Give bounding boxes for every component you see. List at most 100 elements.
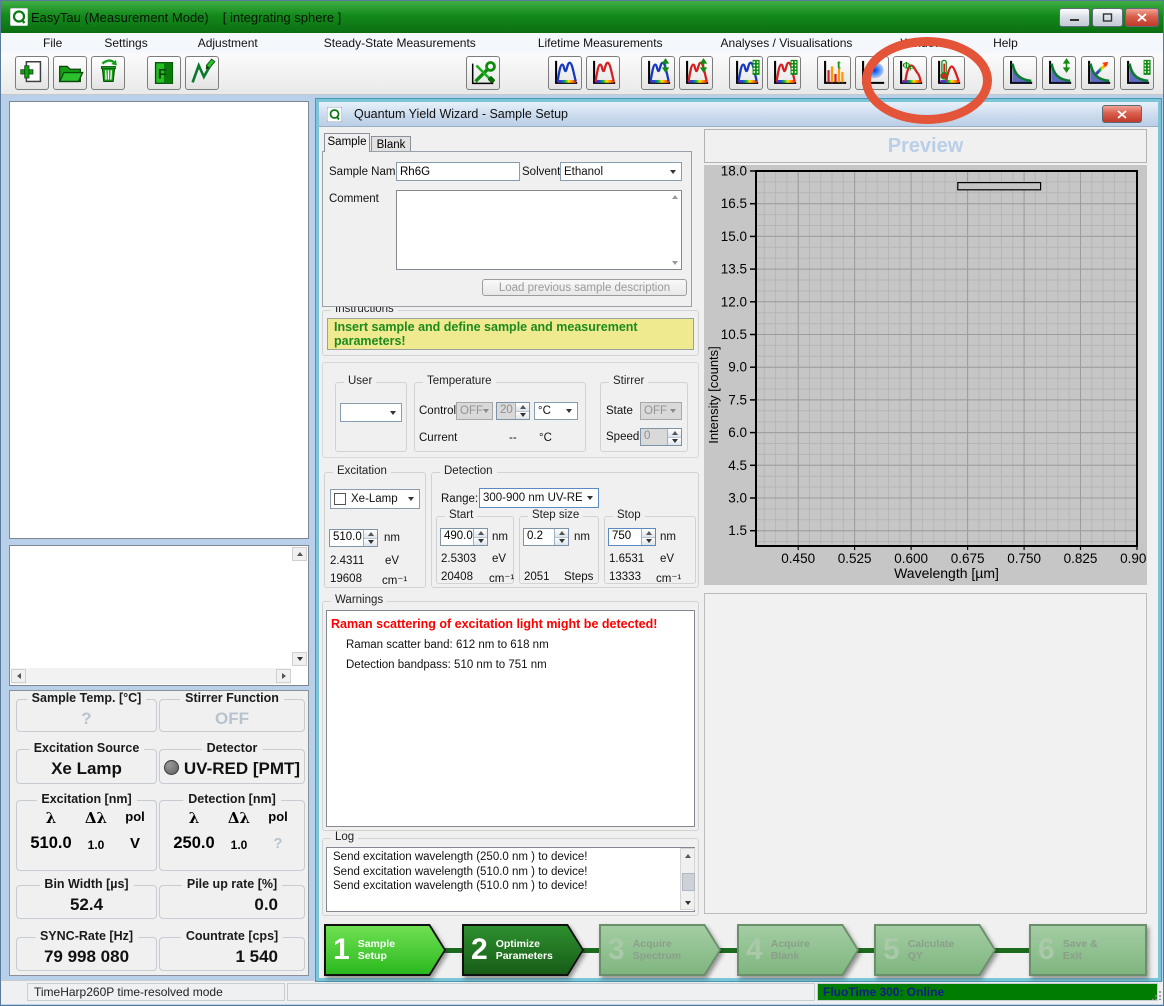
instrument-settings-icon[interactable] [466, 56, 500, 90]
stirrer-speed-stepper[interactable]: 0 [640, 428, 682, 446]
status-panel-title: Bin Width [µs] [39, 877, 133, 891]
menu-help[interactable]: Help [983, 34, 1028, 52]
shutter-icon[interactable]: F [147, 56, 181, 90]
tab-blank[interactable]: Blank [371, 136, 411, 152]
excitation-wavelength-stepper[interactable]: 510.0 [329, 529, 378, 547]
step-2-optimize[interactable]: 2OptimizeParameters [462, 924, 584, 976]
excitation-anisotropy-icon[interactable] [641, 56, 675, 90]
measurement-list-panel[interactable] [9, 101, 309, 539]
step-number: 2 [471, 929, 488, 971]
menu-steady-state-measurements[interactable]: Steady-State Measurements [314, 34, 486, 52]
status-panel-value: 79 998 080 [17, 947, 156, 967]
emission-series-icon [769, 58, 799, 88]
preview-chart-svg: 0.4500.5250.6000.6750.7500.8250.9001.53.… [704, 165, 1147, 585]
tres-icon[interactable] [1081, 56, 1115, 90]
excitation-spectrum-icon [550, 58, 580, 88]
detection-range-select[interactable]: 300-900 nm UV-RE [479, 488, 599, 508]
step-content: 3AcquireSpectrum [608, 929, 681, 971]
warning-line: Raman scatter band: 612 nm to 618 nm [346, 639, 549, 651]
scroll-left-button[interactable] [11, 669, 26, 683]
menu-adjustment[interactable]: Adjustment [188, 34, 268, 52]
svg-text:0.450: 0.450 [781, 551, 815, 566]
wizard-close-button[interactable] [1102, 105, 1142, 123]
minimize-button[interactable] [1059, 8, 1090, 27]
delete-icon[interactable] [91, 56, 125, 90]
step-5-calculate[interactable]: 5CalculateQY [874, 924, 996, 976]
menu-analyses-visualisations[interactable]: Analyses / Visualisations [711, 34, 863, 52]
log-scroll-down[interactable] [681, 896, 694, 909]
wizard-title-bar[interactable]: Quantum Yield Wizard - Sample Setup [319, 102, 1158, 127]
manual-adjustment-icon[interactable] [185, 56, 219, 90]
horizontal-scrollbar[interactable] [11, 668, 291, 684]
title-bar[interactable]: EasyTau (Measurement Mode) [ integrating… [1, 1, 1164, 33]
tab-sample[interactable]: Sample [324, 133, 370, 152]
step-6-save[interactable]: 6Save &Exit [1029, 924, 1147, 976]
emission-anisotropy-icon[interactable] [679, 56, 713, 90]
resize-grip-icon[interactable] [1152, 989, 1162, 1003]
step-number: 1 [333, 929, 350, 971]
log-scroll-up[interactable] [681, 849, 694, 862]
detection-stop-wavenumber-unit: cm⁻¹ [656, 571, 681, 585]
detection-step-stepper[interactable]: 0.2 [523, 528, 569, 546]
svg-text:15.0: 15.0 [721, 229, 747, 244]
emission-series-icon[interactable] [767, 56, 801, 90]
log-scroll-thumb[interactable] [682, 873, 695, 891]
delta-lambda-header: Δλ [218, 809, 260, 827]
decay-series-icon [1122, 58, 1152, 88]
svg-text:3.0: 3.0 [728, 491, 747, 506]
temperature-unit-select[interactable]: °C [534, 402, 578, 420]
close-button[interactable] [1125, 8, 1159, 27]
maximize-button[interactable] [1092, 8, 1123, 27]
svg-text:F: F [158, 66, 167, 82]
detection-stop-stepper[interactable]: 750 [608, 528, 656, 546]
detection-stop-ev-unit: eV [660, 553, 674, 565]
time-trace-icon[interactable]: t [817, 56, 851, 90]
svg-text:13.5: 13.5 [721, 262, 747, 277]
status-panel-value: 1 540 [160, 947, 304, 967]
decay-anisotropy-icon[interactable] [1042, 56, 1076, 90]
new-measurement-icon[interactable] [15, 56, 49, 90]
step-label: AcquireBlank [771, 929, 810, 971]
log-scrollbar[interactable] [680, 848, 695, 910]
step-content: 1SampleSetup [333, 929, 395, 971]
comment-textarea[interactable] [396, 190, 682, 270]
detection-start-wavenumber-unit: cm⁻¹ [489, 571, 514, 585]
status-panel-value: OFF [160, 709, 304, 729]
scroll-up-button[interactable] [292, 547, 307, 561]
menu-settings[interactable]: Settings [94, 34, 157, 52]
detection-start-stepper[interactable]: 490.0 [440, 528, 488, 546]
user-select[interactable] [340, 403, 402, 422]
temperature-control-select[interactable]: OFF [456, 402, 493, 420]
svg-text:0.750: 0.750 [1007, 551, 1041, 566]
step-4-acquire[interactable]: 4AcquireBlank [737, 924, 859, 976]
scroll-right-button[interactable] [276, 669, 291, 683]
emission-spectrum-icon[interactable] [586, 56, 620, 90]
window-title: EasyTau (Measurement Mode) [31, 10, 209, 25]
excitation-series-icon[interactable] [729, 56, 763, 90]
decay-series-icon[interactable] [1120, 56, 1154, 90]
load-previous-description-button[interactable]: Load previous sample description [482, 279, 687, 296]
decay-icon[interactable] [1003, 56, 1037, 90]
window-subtitle: [ integrating sphere ] [223, 10, 342, 25]
excitation-source-select[interactable]: Xe-Lamp [330, 489, 420, 509]
excitation-spectrum-icon[interactable] [548, 56, 582, 90]
solvent-select[interactable]: Ethanol [560, 162, 682, 181]
delta-lambda-value: 1.0 [218, 838, 260, 853]
menu-file[interactable]: File [33, 34, 72, 52]
status-panel-pile-up-rate: Pile up rate [%]0.0 [159, 885, 305, 919]
scroll-down-button[interactable] [292, 652, 307, 666]
temperature-setpoint-stepper[interactable]: 20 [496, 402, 530, 420]
sample-name-input[interactable] [396, 162, 520, 181]
step-3-acquire[interactable]: 3AcquireSpectrum [599, 924, 721, 976]
open-file-icon[interactable] [53, 56, 87, 90]
stirrer-state-select[interactable]: OFF [640, 402, 682, 420]
step-number: 6 [1038, 929, 1055, 971]
temperature-current-label: Current [419, 432, 457, 444]
excitation-source-checkbox[interactable] [334, 493, 346, 505]
detail-panel[interactable] [9, 545, 309, 686]
delta-lambda-value: 1.0 [75, 838, 117, 853]
step-1-sample[interactable]: 1SampleSetup [324, 924, 446, 976]
status-panel-detection-nm: Detection [nm] λ Δλ pol 250.0 1.0 ? [159, 800, 305, 871]
svg-text:t: t [837, 58, 841, 71]
menu-lifetime-measurements[interactable]: Lifetime Measurements [528, 34, 673, 52]
